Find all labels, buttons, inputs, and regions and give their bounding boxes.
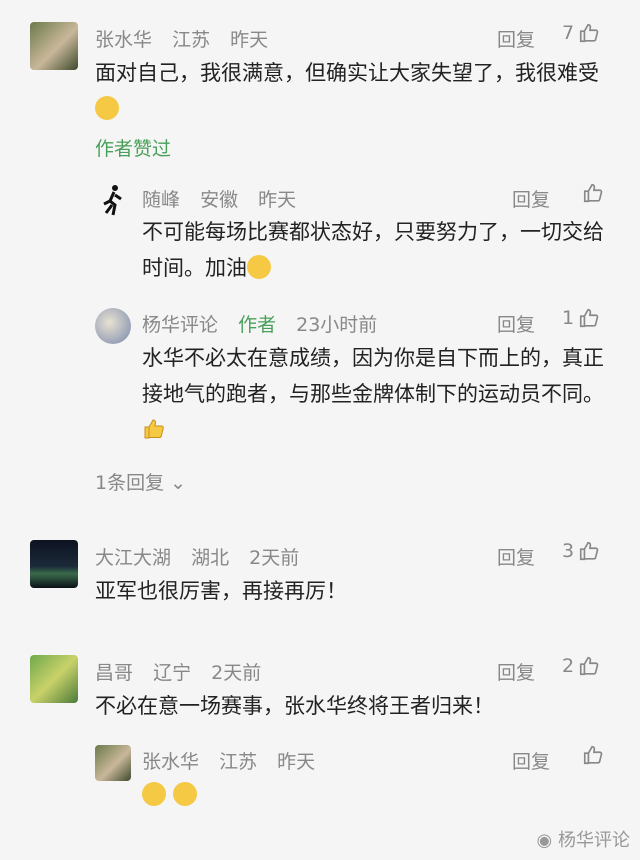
avatar[interactable] <box>30 655 78 703</box>
timestamp: 2天前 <box>249 547 300 569</box>
grinning-emoji-icon <box>247 255 271 279</box>
thumbs-up-icon <box>580 656 599 676</box>
thumbs-up-icon <box>580 23 599 43</box>
chevron-down-icon: ⌄ <box>170 472 187 494</box>
thumbs-up-icon <box>580 541 599 561</box>
region: 安徽 <box>200 189 239 211</box>
reply-button[interactable]: 回复 <box>497 658 535 685</box>
author-liked-label: 作者赞过 <box>95 138 172 160</box>
like-count: 1 <box>562 307 575 329</box>
comment-meta: 张水华 江苏 昨天 <box>142 747 329 774</box>
timestamp: 昨天 <box>258 189 297 211</box>
like-button[interactable]: 2 <box>562 655 600 677</box>
like-button[interactable]: 1 <box>562 307 600 329</box>
thumbs-up-emoji-icon <box>142 416 166 440</box>
crying-emoji-icon <box>95 96 119 120</box>
reply-button[interactable]: 回复 <box>512 747 550 774</box>
like-count: 3 <box>562 540 575 562</box>
like-button[interactable]: 7 <box>562 22 600 44</box>
weibo-logo-icon: ◉ <box>536 830 553 851</box>
timestamp: 昨天 <box>230 29 269 51</box>
reply-button[interactable]: 回复 <box>497 543 535 570</box>
author-badge: 作者 <box>238 314 277 336</box>
username[interactable]: 随峰 <box>142 189 180 211</box>
expand-replies-button[interactable]: 1条回复 ⌄ <box>95 468 186 495</box>
avatar[interactable] <box>95 182 131 218</box>
timestamp: 2天前 <box>211 662 262 684</box>
reply-button[interactable]: 回复 <box>512 185 550 212</box>
thumbs-up-icon <box>583 183 603 203</box>
avatar[interactable] <box>30 22 78 70</box>
username[interactable]: 昌哥 <box>95 662 133 684</box>
username[interactable]: 张水华 <box>95 29 152 51</box>
comment-emoji-row <box>142 777 197 813</box>
avatar[interactable] <box>95 308 131 344</box>
crying-emoji-icon <box>172 782 197 806</box>
region: 江苏 <box>219 751 258 773</box>
comment-text: 亚军也很厉害，再接再厉！ <box>95 579 347 603</box>
avatar[interactable] <box>30 540 78 588</box>
timestamp: 昨天 <box>277 751 316 773</box>
like-count: 2 <box>562 655 575 677</box>
like-button[interactable] <box>582 744 604 766</box>
comment-text: 水华不必太在意成绩，因为你是自下而上的，真正接地气的跑者，与那些金牌体制下的运动… <box>142 340 612 448</box>
comment-text: 面对自己，我很满意，但确实让大家失望了，我很难受 <box>95 55 615 127</box>
comment-meta: 张水华 江苏 昨天 <box>95 25 282 52</box>
like-button[interactable]: 3 <box>562 540 600 562</box>
reply-button[interactable]: 回复 <box>497 310 535 337</box>
thumbs-up-icon <box>583 745 603 765</box>
comment-meta: 随峰 安徽 昨天 <box>142 185 310 212</box>
like-button[interactable] <box>582 182 604 204</box>
avatar[interactable] <box>95 745 131 781</box>
username[interactable]: 张水华 <box>142 751 199 773</box>
thumbs-up-icon <box>580 308 599 328</box>
comment-meta: 杨华评论 作者 23小时前 <box>142 310 391 337</box>
region: 湖北 <box>191 547 230 569</box>
watermark: ◉ 杨华评论 <box>536 830 630 851</box>
username[interactable]: 大江大湖 <box>95 547 171 569</box>
region: 辽宁 <box>153 662 192 684</box>
comment-text: 不可能每场比赛都状态好，只要努力了，一切交给时间。加油 <box>142 220 604 280</box>
region: 江苏 <box>172 29 211 51</box>
comment-meta: 昌哥 辽宁 2天前 <box>95 658 275 685</box>
reply-button[interactable]: 回复 <box>497 25 535 52</box>
like-count: 7 <box>562 22 575 44</box>
timestamp: 23小时前 <box>296 314 378 336</box>
username[interactable]: 杨华评论 <box>142 314 218 336</box>
comment-text: 不必在意一场赛事，张水华终将王者归来！ <box>95 694 494 718</box>
comment-meta: 大江大湖 湖北 2天前 <box>95 543 313 570</box>
hugging-emoji-icon <box>142 782 166 806</box>
